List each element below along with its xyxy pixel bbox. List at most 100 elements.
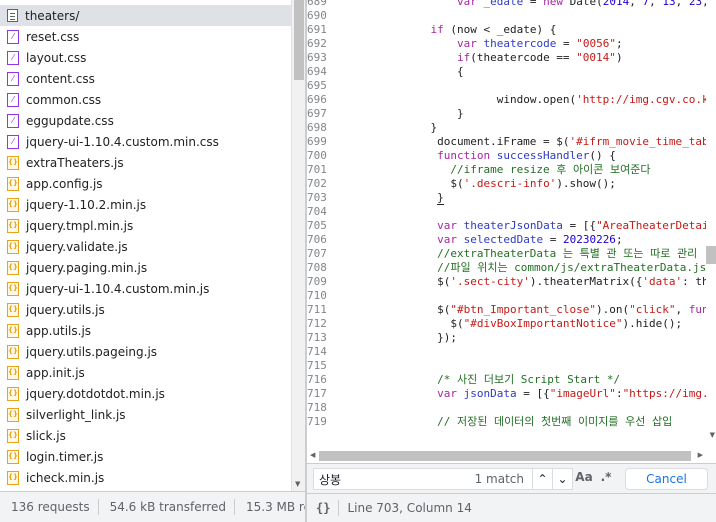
line-number: 718 [307,401,327,414]
css-file-icon: ⁄ [7,50,19,65]
code-line[interactable] [351,289,706,303]
code-token: , [629,0,643,8]
code-line[interactable]: } [351,191,706,205]
code-line[interactable]: // 저장된 데이터의 첫번째 이미지를 우선 삽입 [351,415,706,429]
pretty-print-button[interactable]: {} [316,500,340,516]
regex-button[interactable]: .* [599,470,613,484]
file-list-item[interactable]: {} jquery-1.10.2.min.js [0,194,291,215]
code-line[interactable]: var theatercode = "0056"; [351,37,706,51]
scroll-down-arrow-icon[interactable]: ▼ [710,431,715,439]
code-line[interactable]: $("#divBoxImportantNotice").hide(); [351,317,706,331]
code-line[interactable]: //파일 위치는 common/js/extraTheaterData.js [351,261,706,275]
code-line[interactable]: if(theatercode == "0014") [351,51,706,65]
file-list-item[interactable]: {} app.config.js [0,173,291,194]
file-list-item[interactable]: {} jquery.utils.pageing.js [0,341,291,362]
file-name: jquery.utils.pageing.js [26,344,158,359]
code-line[interactable] [351,79,706,93]
code-line[interactable]: /* 사진 더보기 Script Start */ [351,373,706,387]
code-line[interactable]: } [351,121,706,135]
code-line[interactable]: var selectedDate = 20230226; [351,233,706,247]
js-file-icon: {} [7,302,19,317]
code-line[interactable]: $('.sect-city').theaterMatrix({'data': t… [351,275,706,289]
file-list-item[interactable]: {} silverlight_link.js [0,404,291,425]
file-list-item[interactable]: ⁄ reset.css [0,26,291,47]
editor-vertical-scrollbar[interactable]: ▼ [706,0,716,449]
line-number: 696 [307,93,327,106]
code-line[interactable]: var theaterJsonData = [{"AreaTheaterDeta… [351,219,706,233]
scroll-right-arrow-icon[interactable]: ▶ [698,451,703,459]
file-list-item[interactable]: ⁄ eggupdate.css [0,110,291,131]
source-code-editor[interactable]: 689 690 691 692 693 694 695 696 697 698 699 700 701 7… [307,0,716,463]
file-list-item[interactable]: {} login.timer.js [0,446,291,467]
code-line[interactable]: var jsonData = [{"imageUrl":"https://img… [351,387,706,401]
file-name: eggupdate.css [26,113,114,128]
file-list-item[interactable]: theaters/ [0,5,291,26]
code-line[interactable]: document.iFrame = $('#ifrm_movie_time_ta… [351,135,706,149]
file-list-item[interactable]: {} jquery.dotdotdot.min.js [0,383,291,404]
file-name: theaters/ [25,8,80,23]
code-line[interactable] [351,205,706,219]
code-token: var [437,233,464,246]
code-line[interactable]: { [351,65,706,79]
line-number: 703 [307,191,327,204]
file-list-item[interactable]: {} jquery.tmpl.min.js [0,215,291,236]
cancel-button[interactable]: Cancel [625,468,708,490]
code-line[interactable] [351,359,706,373]
code-line[interactable]: var _edate = new Date(2014, 7, 13, 23, 5… [351,0,706,9]
file-list-item[interactable]: {} app.init.js [0,362,291,383]
code-token: 13 [662,0,676,8]
code-line[interactable]: if (now < _edate) { [351,23,706,37]
file-list-item[interactable]: {} jquery-ui-1.10.4.custom.min.js [0,278,291,299]
code-line[interactable]: function successHandler() { [351,149,706,163]
code-token: if [430,23,451,36]
file-list-item[interactable]: {} icheck.min.js [0,467,291,488]
scroll-left-arrow-icon[interactable]: ◀ [310,451,315,459]
code-line[interactable]: //extraTheaterData 는 특별 관 또는 따로 관리 [351,247,706,261]
file-list-scrollbar[interactable]: ▼ [291,0,305,491]
file-list-item[interactable]: {} jquery.paging.min.js [0,257,291,278]
file-name: jquery-ui-1.10.4.custom.min.js [26,281,210,296]
previous-match-button[interactable]: ⌃ [532,469,552,489]
code-line[interactable]: $("#btn_Important_close").on("click", fu… [351,303,706,317]
code-token: = [556,37,577,50]
file-list-item[interactable]: {} app.utils.js [0,320,291,341]
editor-vertical-scroll-thumb[interactable] [706,246,716,264]
code-token: $( [450,177,464,190]
line-number: 710 [307,289,327,302]
file-list-item[interactable]: ⁄ layout.css [0,47,291,68]
line-number: 693 [307,51,327,64]
js-file-icon: {} [7,344,19,359]
line-number: 719 [307,415,327,428]
code-area[interactable]: var _edate = new Date(2014, 7, 13, 23, 5… [351,0,706,463]
code-line[interactable]: //iframe resize 후 아이콘 보여준다 [351,163,706,177]
code-line[interactable]: window.open('http://img.cgv.co.kr/ [351,93,706,107]
css-file-icon: ⁄ [7,113,19,128]
code-line[interactable] [351,401,706,415]
scroll-down-arrow-icon[interactable]: ▼ [295,480,300,488]
editor-horizontal-scroll-thumb[interactable] [319,451,691,461]
code-token: , [675,0,689,8]
file-list-item[interactable]: {} slick.js [0,425,291,446]
file-list-scroll-thumb[interactable] [294,0,304,80]
file-name: app.utils.js [26,323,92,338]
code-token: var [456,0,484,8]
code-token: ; [615,233,623,246]
file-name: silverlight_link.js [26,407,126,422]
file-list-item[interactable]: {} jquery.utils.js [0,299,291,320]
match-case-button[interactable]: Aa [575,470,593,484]
line-number: 702 [307,177,327,190]
next-match-button[interactable]: ⌄ [552,469,572,489]
editor-horizontal-scrollbar[interactable]: ◀ ▶ [307,449,716,463]
search-box[interactable]: 1 match ⌃ ⌄ [313,468,573,490]
file-list-item[interactable]: ⁄ jquery-ui-1.10.4.custom.min.css [0,131,291,152]
code-line[interactable]: } [351,107,706,121]
code-line[interactable] [351,345,706,359]
file-list-item[interactable]: {} jquery.validate.js [0,236,291,257]
code-line[interactable]: }); [351,331,706,345]
file-list-item[interactable]: ⁄ common.css [0,89,291,110]
file-list-item[interactable]: ⁄ content.css [0,68,291,89]
code-line[interactable] [351,9,706,23]
search-input[interactable] [314,469,464,489]
code-line[interactable]: $('.descri-info').show(); [351,177,706,191]
file-list-item[interactable]: {} extraTheaters.js [0,152,291,173]
